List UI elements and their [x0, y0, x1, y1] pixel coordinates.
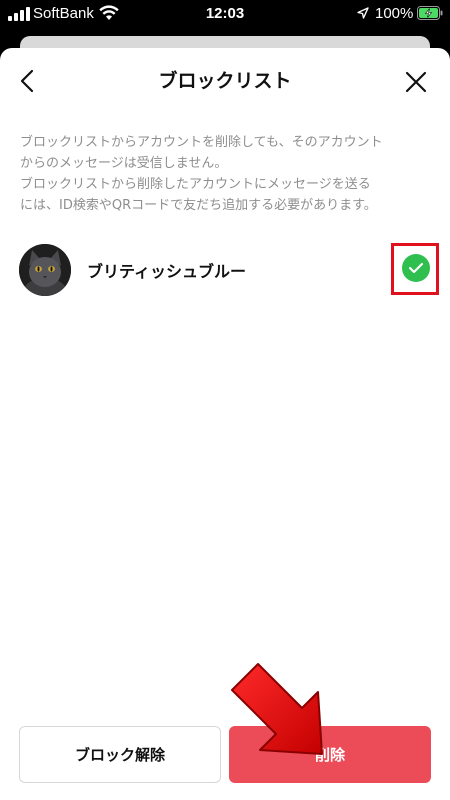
description-line: ブロックリストから削除したアカウントにメッセージを送る [20, 177, 371, 192]
battery-charging-icon [417, 6, 443, 20]
page-title: ブロックリスト [158, 70, 292, 92]
description-line: には、ID検索やQRコードで友だち追加する必要があります。 [20, 198, 377, 213]
nav-bar: ブロックリスト [0, 48, 450, 112]
friend-name: ブリティッシュブルー [87, 262, 247, 281]
screen: SoftBank 12:03 100% ブロックリスト ブロックリストからアカウ… [0, 0, 450, 800]
status-bar: SoftBank 12:03 100% [0, 0, 450, 30]
unblock-button[interactable]: ブロック解除 [19, 726, 221, 783]
description-line: からのメッセージは受信しません。 [20, 156, 228, 171]
annotation-arrow-icon [231, 663, 323, 755]
checkmark-icon [408, 262, 424, 274]
description-text: ブロックリストからアカウントを削除しても、そのアカウント からのメッセージは受信… [20, 132, 430, 216]
close-icon [405, 71, 427, 93]
battery-percent: 100% [375, 5, 414, 22]
cat-avatar-icon [19, 244, 71, 296]
close-button[interactable] [398, 64, 434, 100]
block-list-sheet: ブロックリスト ブロックリストからアカウントを削除しても、そのアカウント からの… [0, 48, 450, 800]
footer-actions: ブロック解除 削除 [0, 726, 450, 784]
list-item[interactable]: ブリティッシュブルー [0, 236, 450, 304]
avatar [19, 244, 71, 296]
description-line: ブロックリストからアカウントを削除しても、そのアカウント [20, 135, 383, 150]
selected-checkbox[interactable] [402, 254, 430, 282]
location-arrow-icon [357, 7, 369, 19]
